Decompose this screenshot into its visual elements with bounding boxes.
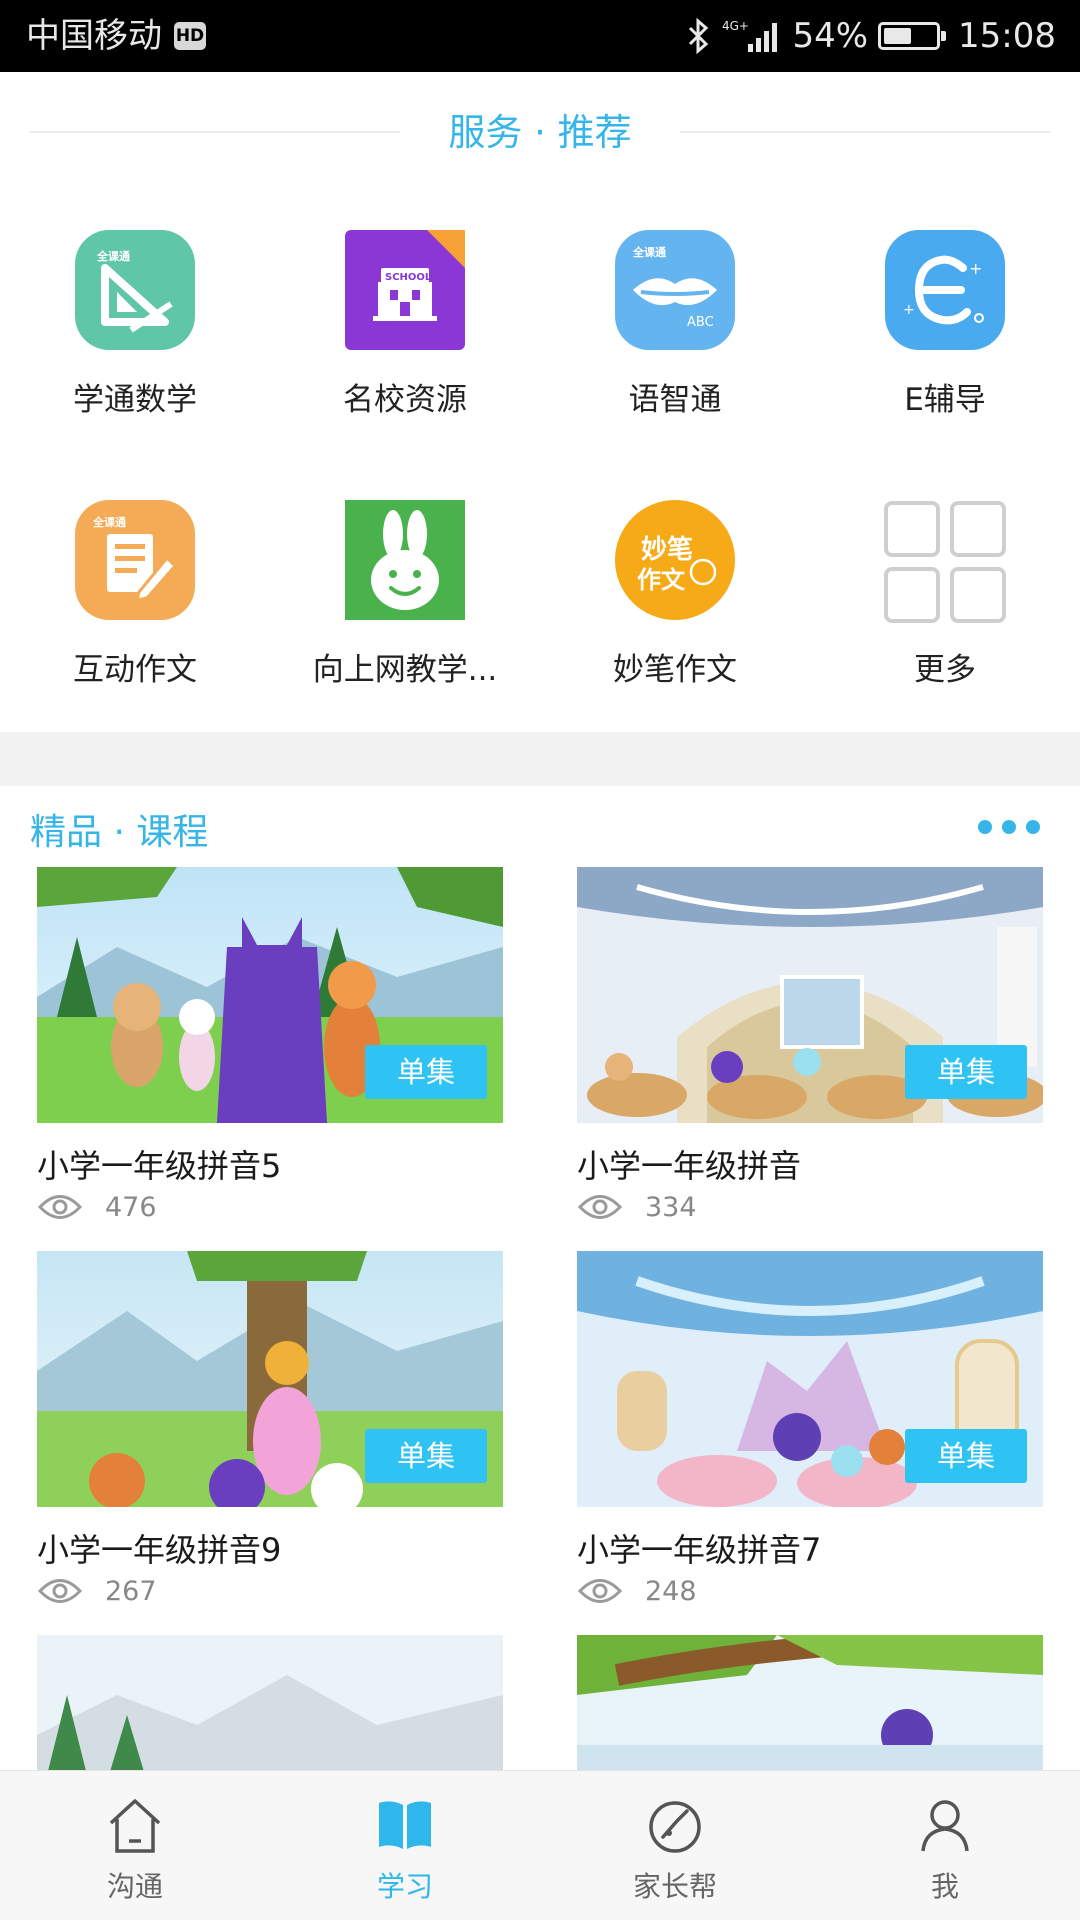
course-title: 小学一年级拼音 [577, 1147, 802, 1185]
service-label: 更多 [914, 652, 976, 688]
service-famous-school[interactable]: SCHOOL 名校资源 [270, 230, 540, 450]
eye-icon [577, 1579, 623, 1603]
service-label: 向上网教学... [312, 652, 498, 688]
course-card[interactable] [37, 1635, 503, 1770]
service-e-tutor[interactable]: + + E辅导 [810, 230, 1080, 450]
svg-text:全课通: 全课通 [96, 249, 130, 263]
nav-tab-me[interactable]: 我 [810, 1771, 1080, 1920]
course-card[interactable]: 单集 小学一年级拼音 334 [577, 867, 1043, 1227]
eye-icon [37, 1579, 83, 1603]
services-header: 服务 · 推荐 [0, 100, 1080, 164]
eye-icon [577, 1195, 623, 1219]
view-count: 248 [645, 1575, 697, 1607]
letter-e-icon: + + [885, 230, 1005, 350]
course-thumbnail [577, 1635, 1043, 1770]
service-yuzhitong[interactable]: 全课通 ABC 语智通 [540, 230, 810, 450]
svg-text:ABC: ABC [687, 315, 714, 330]
miaobi-icon: 妙笔 作文 [615, 500, 735, 620]
battery-percent: 54% [792, 16, 869, 56]
episode-tag: 单集 [905, 1429, 1027, 1483]
lips-abc-icon: 全课通 ABC [615, 230, 735, 350]
bluetooth-icon [689, 18, 709, 54]
view-count: 476 [105, 1191, 157, 1223]
svg-text:+: + [969, 259, 982, 278]
view-count: 334 [645, 1191, 697, 1223]
nav-label: 学习 [376, 1870, 433, 1903]
status-bar: 中国移动 HD 4G+ 54% 15:08 [0, 0, 1080, 72]
service-xuetong-math[interactable]: 全课通 学通数学 [0, 230, 270, 450]
nav-tab-communicate[interactable]: 沟通 [0, 1771, 270, 1920]
course-card[interactable]: 单集 小学一年级拼音7 248 [577, 1251, 1043, 1611]
carrier-name: 中国移动 [26, 16, 162, 56]
episode-tag: 单集 [365, 1429, 487, 1483]
svg-text:作文: 作文 [637, 566, 686, 594]
course-card[interactable]: 单集 小学一年级拼音5 476 [37, 867, 503, 1227]
writing-pad-icon: 全课通 [75, 500, 195, 620]
course-title: 小学一年级拼音9 [37, 1531, 282, 1569]
service-label: 语智通 [628, 382, 722, 418]
service-label: 名校资源 [343, 382, 467, 418]
nav-tab-parents-help[interactable]: 家长帮 [540, 1771, 810, 1920]
svg-text:全课通: 全课通 [92, 515, 126, 529]
battery-icon [878, 22, 947, 50]
course-card[interactable]: 单集 小学一年级拼音9 267 [37, 1251, 503, 1611]
service-label: 互动作文 [73, 652, 197, 688]
compass-icon [649, 1801, 701, 1853]
svg-text:SCHOOL: SCHOOL [385, 272, 432, 283]
course-title: 小学一年级拼音7 [577, 1531, 822, 1569]
nav-label: 沟通 [106, 1870, 163, 1903]
view-count: 267 [105, 1575, 157, 1607]
person-icon [921, 1800, 969, 1852]
book-icon [379, 1801, 431, 1849]
service-interactive-essay[interactable]: 全课通 互动作文 [0, 500, 270, 720]
course-title: 小学一年级拼音5 [37, 1147, 282, 1185]
service-label: 妙笔作文 [613, 652, 737, 688]
course-card[interactable] [577, 1635, 1043, 1770]
svg-text:妙笔: 妙笔 [641, 534, 693, 565]
school-icon: SCHOOL [345, 230, 465, 350]
courses-title: 精品 · 课程 [30, 812, 209, 853]
service-xiangshang-teaching[interactable]: 向上网教学... [270, 500, 540, 720]
nav-label: 家长帮 [632, 1870, 717, 1903]
course-thumbnail [37, 1635, 503, 1770]
eye-icon [37, 1195, 83, 1219]
rabbit-icon [345, 500, 465, 620]
episode-tag: 单集 [365, 1045, 487, 1099]
service-label: E辅导 [904, 382, 986, 418]
more-grid-icon [883, 500, 1007, 624]
services-title: 服务 · 推荐 [448, 111, 632, 154]
section-divider [0, 732, 1080, 786]
svg-text:+: + [903, 302, 915, 318]
hd-badge: HD [174, 22, 206, 50]
house-icon [109, 1799, 161, 1853]
nav-tab-learn[interactable]: 学习 [270, 1771, 540, 1920]
service-more[interactable]: 更多 [810, 500, 1080, 720]
signal-icon: 4G+ [722, 19, 778, 52]
episode-tag: 单集 [905, 1045, 1027, 1099]
ellipsis-icon[interactable] [978, 820, 1040, 834]
bottom-navigation: 沟通 学习 家长帮 我 [0, 1770, 1080, 1920]
network-type: 4G+ [722, 19, 749, 33]
service-label: 学通数学 [73, 382, 197, 418]
nav-label: 我 [930, 1870, 959, 1903]
clock: 15:08 [958, 16, 1056, 56]
ruler-triangle-icon: 全课通 [75, 230, 195, 350]
service-miaobi-essay[interactable]: 妙笔 作文 妙笔作文 [540, 500, 810, 720]
svg-text:全课通: 全课通 [632, 245, 666, 259]
